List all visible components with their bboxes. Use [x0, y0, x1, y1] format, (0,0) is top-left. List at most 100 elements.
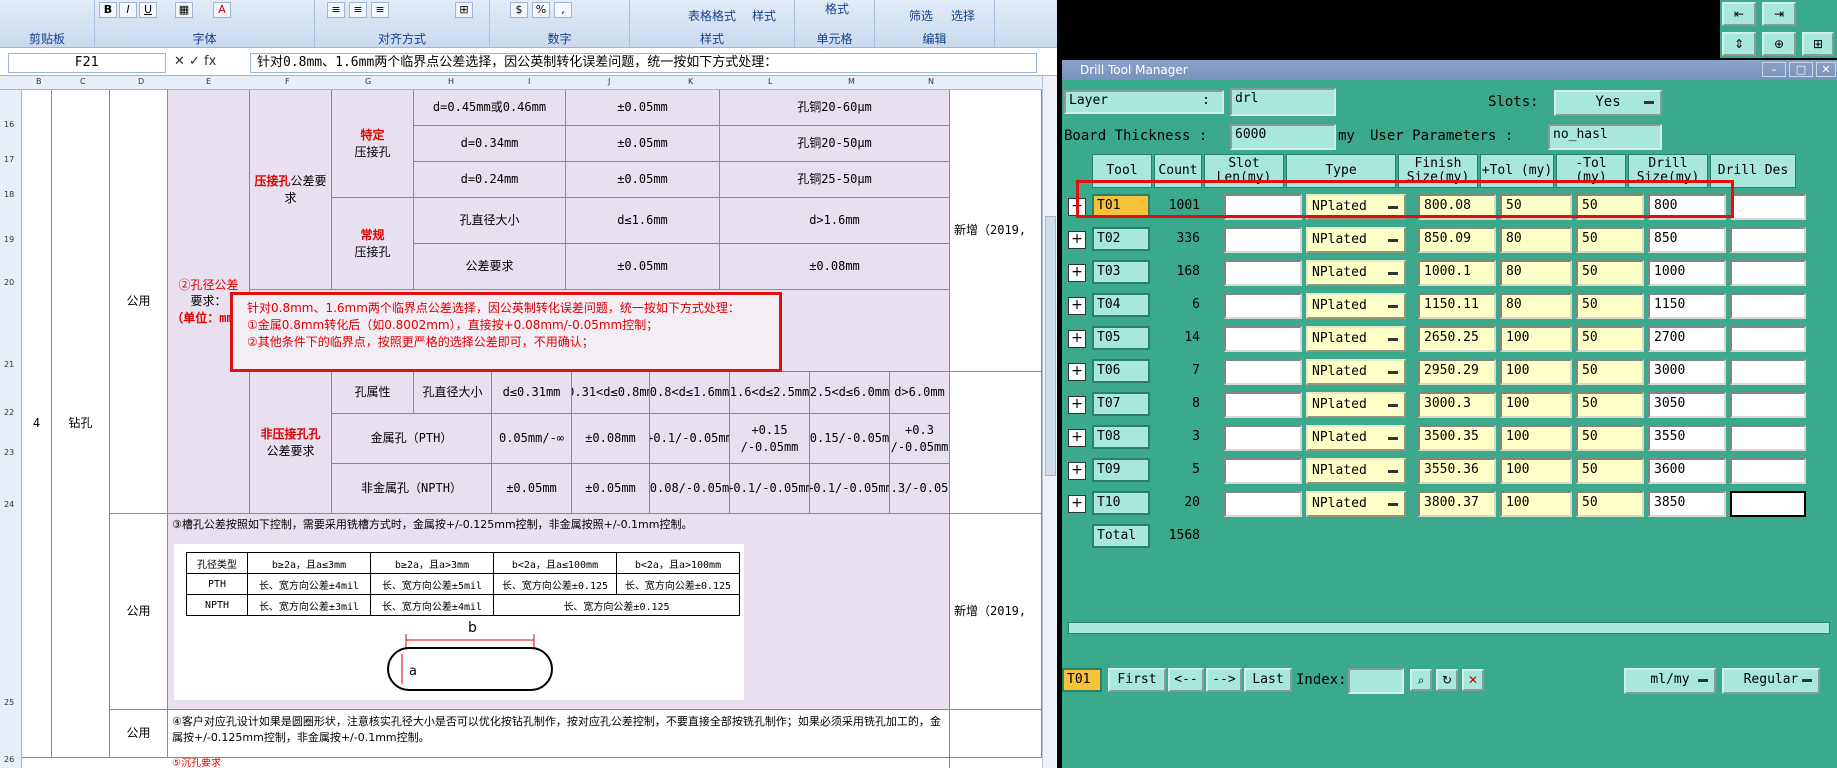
minimize-icon[interactable]: – [1762, 62, 1786, 77]
cell-pth-v1[interactable]: 0.05mm/-∞ [492, 414, 572, 464]
cell-npth-v5[interactable]: +0.1/-0.05mm [810, 464, 890, 514]
tool-row[interactable]: + T09 5 NPlated 3550.36 100 50 3600 [1062, 454, 1837, 487]
name-box[interactable]: F21 [8, 53, 166, 73]
index-input[interactable] [1348, 668, 1404, 694]
prev-button[interactable]: <-- [1168, 668, 1204, 692]
cell-r4-b[interactable]: d>1.6mm [720, 198, 950, 244]
expand-icon[interactable]: + [1068, 396, 1086, 414]
column-header[interactable]: B [36, 77, 42, 86]
minus-tol-input[interactable]: 50 [1576, 359, 1644, 385]
tool-row[interactable]: + T07 8 NPlated 3000.3 100 50 3050 [1062, 388, 1837, 421]
column-header[interactable]: N [928, 77, 934, 86]
cell-r4-a[interactable]: d≤1.6mm [566, 198, 720, 244]
cell-npth-v4[interactable]: +0.1/-0.05mm [730, 464, 810, 514]
cell-common[interactable]: 公用 [110, 710, 168, 758]
user-params-input[interactable]: no_hasl [1548, 124, 1662, 150]
cell-h-c6[interactable]: d>6.0mm [890, 372, 950, 414]
row-header[interactable]: 23 [4, 448, 14, 457]
plus-tol-input[interactable]: 80 [1500, 227, 1572, 253]
column-header[interactable]: H [448, 77, 454, 86]
tool-row[interactable]: + T03 168 NPlated 1000.1 80 50 1000 [1062, 256, 1837, 289]
cell-empty[interactable] [950, 710, 1042, 758]
drill-size-input[interactable]: 850 [1648, 227, 1726, 253]
italic-button[interactable]: I [119, 2, 137, 18]
vertical-scrollbar[interactable] [1042, 76, 1057, 768]
formula-input[interactable]: 针对0.8mm、1.6mm两个临界点公差选择，因公英制转化误差问题，统一按如下方… [250, 53, 1037, 73]
expand-icon[interactable]: + [1068, 231, 1086, 249]
row-header[interactable]: 24 [4, 500, 14, 509]
drill-des-input[interactable] [1730, 458, 1806, 484]
cell-r3-tol[interactable]: ±0.05mm [566, 162, 720, 198]
cell-row27-text[interactable]: ⑤沉孔要求 [168, 758, 950, 768]
plus-tol-input[interactable]: 100 [1500, 458, 1572, 484]
cell-h-attr[interactable]: 孔属性 [332, 372, 414, 414]
cell-r2-cond[interactable]: d=0.34mm [414, 126, 566, 162]
minus-tol-input[interactable]: 50 [1576, 326, 1644, 352]
table-format-label[interactable]: 表格格式 [688, 7, 736, 24]
cell-new-added[interactable]: 新增（2019, [950, 514, 1042, 710]
minus-tol-input[interactable]: 50 [1576, 227, 1644, 253]
tool-id[interactable]: T05 [1092, 326, 1150, 350]
tool-row[interactable]: + T04 6 NPlated 1150.11 80 50 1150 [1062, 289, 1837, 322]
select-label[interactable]: 选择 [951, 7, 975, 24]
finish-size-input[interactable]: 2950.29 [1418, 359, 1496, 385]
drill-des-input[interactable] [1730, 227, 1806, 253]
cell-special-press[interactable]: 特定 压接孔 [332, 90, 414, 198]
layer-input[interactable]: drl [1230, 88, 1336, 116]
cell-r2-cu[interactable]: 孔铜20-50μm [720, 126, 950, 162]
currency-icon[interactable]: $ [510, 2, 528, 18]
cell-r3-cond[interactable]: d=0.24mm [414, 162, 566, 198]
slot-len-input[interactable] [1224, 260, 1302, 286]
cell-process[interactable]: 钻孔 [52, 90, 110, 758]
slot-len-input[interactable] [1224, 425, 1302, 451]
expand-icon[interactable]: + [1068, 495, 1086, 513]
plus-tol-input[interactable]: 100 [1500, 491, 1572, 517]
drill-des-input[interactable] [1730, 425, 1806, 451]
format-label[interactable]: 格式 [825, 0, 849, 17]
formula-icons[interactable]: ✕ ✓ fx [168, 53, 248, 73]
scroll-thumb[interactable] [1045, 216, 1056, 476]
cell-non-press[interactable]: 非压接孔孔 公差要求 [250, 372, 332, 514]
slot-len-input[interactable] [1224, 458, 1302, 484]
drill-des-input[interactable] [1730, 392, 1806, 418]
cell-pth-v2[interactable]: ±0.08mm [572, 414, 650, 464]
drill-des-input[interactable] [1730, 293, 1806, 319]
column-header[interactable]: I [528, 77, 530, 86]
cell-common[interactable]: 公用 [110, 514, 168, 710]
tool-id[interactable]: T10 [1092, 491, 1150, 515]
finish-size-input[interactable]: 3000.3 [1418, 392, 1496, 418]
drill-size-input[interactable]: 3000 [1648, 359, 1726, 385]
merge-icon[interactable]: ⊞ [455, 2, 473, 18]
center-icon[interactable]: ⊕ [1762, 32, 1796, 56]
expand-icon[interactable]: + [1068, 330, 1086, 348]
tool-row[interactable]: + T05 14 NPlated 2650.25 100 50 2700 [1062, 322, 1837, 355]
slot-len-input[interactable] [1224, 293, 1302, 319]
column-header[interactable]: E [206, 77, 211, 86]
expand-icon[interactable]: + [1068, 264, 1086, 282]
cell-r2-tol[interactable]: ±0.05mm [566, 126, 720, 162]
cell-r1-cu[interactable]: 孔铜20-60μm [720, 90, 950, 126]
cell-r5-b[interactable]: ±0.08mm [720, 244, 950, 290]
cell-h-c4[interactable]: 1.6<d≤2.5mm [730, 372, 810, 414]
type-select[interactable]: NPlated [1306, 425, 1406, 451]
cell-h-dia[interactable]: 孔直径大小 [414, 372, 492, 414]
fit-icon[interactable]: ⇕ [1722, 32, 1756, 56]
row-header[interactable]: 22 [4, 408, 14, 417]
cell-seq[interactable]: 4 [22, 90, 52, 758]
row-header[interactable]: 21 [4, 360, 14, 369]
minus-tol-input[interactable]: 50 [1576, 392, 1644, 418]
drill-size-input[interactable]: 3600 [1648, 458, 1726, 484]
slot-len-input[interactable] [1224, 392, 1302, 418]
cell-press-fit[interactable]: 压接孔公差要求 [250, 90, 332, 290]
expand-icon[interactable]: + [1068, 363, 1086, 381]
plus-tol-input[interactable]: 80 [1500, 293, 1572, 319]
column-header[interactable]: D [138, 77, 144, 86]
plus-tol-input[interactable]: 100 [1500, 326, 1572, 352]
move-right-icon[interactable]: ⇥ [1762, 2, 1796, 26]
tool-id[interactable]: T07 [1092, 392, 1150, 416]
column-header[interactable]: M [848, 77, 855, 86]
comma-icon[interactable]: , [554, 2, 572, 18]
cell-r5-a[interactable]: ±0.05mm [566, 244, 720, 290]
next-button[interactable]: --> [1206, 668, 1242, 692]
delete-icon[interactable]: ✕ [1462, 669, 1484, 691]
